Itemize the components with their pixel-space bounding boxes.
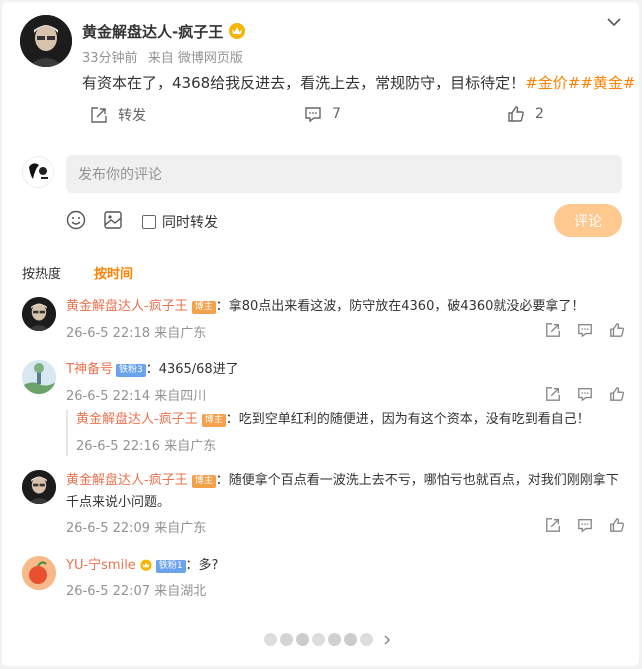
thumbs-up-icon[interactable]: [609, 322, 625, 338]
repost-icon[interactable]: [545, 517, 561, 533]
comment-icon[interactable]: [577, 322, 593, 338]
sort-by-time-tab[interactable]: 按时间: [94, 263, 133, 282]
comment-author[interactable]: 黄金解盘达人-疯子王: [66, 473, 188, 488]
post-time[interactable]: 33分钟前: [82, 51, 138, 66]
comment-input[interactable]: 发布你的评论: [66, 155, 622, 193]
comment-text: ：拿80点出来看这波，防守放在4360，破4360就没必要拿了！: [215, 299, 585, 314]
comment-avatar[interactable]: [22, 470, 56, 504]
vip-crown-icon: [139, 558, 153, 571]
comment-text-line2: 千点来说小问题。: [66, 495, 171, 510]
repost-icon: [91, 107, 107, 123]
loading-dot: [312, 633, 325, 646]
comment-count: 7: [332, 106, 341, 122]
comment-actions: [545, 386, 625, 402]
comment-avatar[interactable]: [22, 297, 56, 331]
comment-actions: [545, 517, 625, 533]
repost-label: 转发: [118, 108, 146, 124]
chevron-down-icon[interactable]: [607, 17, 621, 27]
like-count: 2: [535, 106, 544, 122]
loading-dot: [264, 633, 277, 646]
chevron-right-icon[interactable]: [382, 634, 392, 646]
comment-meta: 26-6-5 22:09 来自广东: [66, 521, 207, 536]
loading-dot: [344, 633, 357, 646]
reply-body: 黄金解盘达人-疯子王 博主 ：吃到空单红利的随便进，因为有这个资本，没有吃到看自己！: [76, 409, 590, 431]
comment-author[interactable]: 黄金解盘达人-疯子王: [66, 299, 188, 314]
thumbs-up-icon[interactable]: [609, 386, 625, 402]
post-meta: 33分钟前 来自 微博网页版: [82, 47, 243, 66]
comment-avatar[interactable]: [22, 360, 56, 394]
sort-by-hot-tab[interactable]: 按热度: [22, 263, 61, 282]
blogger-badge: 博主: [191, 301, 216, 314]
reply-meta: 26-6-5 22:16 来自广东: [76, 439, 217, 454]
fan-badge: 铁粉3: [115, 364, 146, 377]
comment-icon[interactable]: [577, 517, 593, 533]
reply-text: ：吃到空单红利的随便进，因为有这个资本，没有吃到看自己！: [225, 412, 590, 427]
comment-actions: [545, 322, 625, 338]
comment-text: ：4365/68进了: [145, 362, 239, 377]
repost-icon[interactable]: [545, 386, 561, 402]
comment-meta: 26-6-5 22:18 来自广东: [66, 326, 207, 341]
loading-dot: [296, 633, 309, 646]
loading-dot: [280, 633, 293, 646]
comment-body: 黄金解盘达人-疯子王 博主 ：随便拿个百点看一波洗上去不亏，哪怕亏也就百点，对我们刚…: [66, 470, 619, 514]
comment-text: ：多?: [185, 558, 219, 573]
repost-button[interactable]: 转发: [90, 105, 146, 125]
post-text: 有资本在了，4368给我反进去，看洗上去，常规防守，目标待定！#金价##黄金#: [82, 72, 635, 94]
submit-comment-button[interactable]: 评论: [554, 204, 622, 237]
post-hashtags[interactable]: #金价##黄金#: [525, 74, 635, 92]
image-icon[interactable]: [103, 210, 123, 230]
comment-author[interactable]: T神备号: [66, 362, 113, 377]
comment-body: 黄金解盘达人-疯子王 博主 ：拿80点出来看这波，防守放在4360，破4360就没必…: [66, 296, 584, 318]
checkbox-box[interactable]: [142, 215, 156, 229]
thumbs-up-icon: [508, 106, 524, 122]
comment-icon[interactable]: [577, 386, 593, 402]
comment-body: YU-宁smile 铁粉1 ：多?: [66, 555, 218, 577]
comment-author[interactable]: YU-宁smile: [66, 558, 136, 573]
reply-author[interactable]: 黄金解盘达人-疯子王: [76, 412, 198, 427]
blogger-badge: 博主: [191, 475, 216, 488]
my-avatar[interactable]: [22, 156, 54, 188]
blogger-badge: 博主: [201, 414, 226, 427]
also-repost-checkbox[interactable]: 同时转发: [142, 212, 218, 232]
post-body: 有资本在了，4368给我反进去，看洗上去，常规防守，目标待定！: [82, 74, 526, 92]
like-button[interactable]: 2: [507, 105, 544, 123]
weibo-post-card: 黄金解盘达人-疯子王 33分钟前 来自 微博网页版 有资本在了，4368给我反进…: [2, 2, 639, 666]
loading-dot: [360, 633, 373, 646]
comment-icon: [305, 107, 321, 123]
thumbs-up-icon[interactable]: [609, 517, 625, 533]
comment-avatar[interactable]: [22, 556, 56, 590]
comment-button[interactable]: 7: [304, 105, 341, 123]
author-name[interactable]: 黄金解盘达人-疯子王: [82, 21, 223, 42]
loading-dot: [328, 633, 341, 646]
comment-meta: 26-6-5 22:14 来自四川: [66, 389, 207, 404]
comment-meta: 26-6-5 22:07 来自湖北: [66, 584, 207, 599]
vip-crown-icon: [227, 21, 247, 39]
emoji-icon[interactable]: [66, 210, 86, 230]
more-comments-indicator[interactable]: [264, 633, 392, 646]
comment-body: T神备号 铁粉3 ：4365/68进了: [66, 359, 239, 381]
author-avatar[interactable]: [20, 15, 72, 67]
repost-icon[interactable]: [545, 322, 561, 338]
post-source: 来自 微博网页版: [147, 51, 243, 66]
fan-badge: 铁粉1: [155, 560, 186, 573]
comment-input-placeholder: 发布你的评论: [78, 167, 162, 183]
also-repost-label: 同时转发: [162, 215, 218, 231]
comment-text-line1: ：随便拿个百点看一波洗上去不亏，哪怕亏也就百点，对我们刚刚拿下: [215, 473, 619, 488]
